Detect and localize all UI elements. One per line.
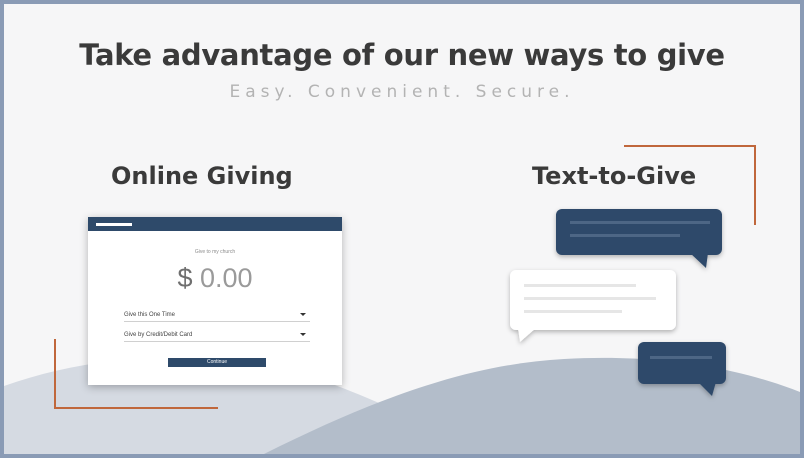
message-bubble-text-lines [650,356,712,359]
chat-bubbles-illustration [510,209,726,396]
message-bubble-reply [638,342,726,396]
message-bubble-incoming [556,209,722,268]
message-bubble-outgoing [510,270,676,342]
promo-banner: Take advantage of our new ways to give E… [0,0,804,458]
